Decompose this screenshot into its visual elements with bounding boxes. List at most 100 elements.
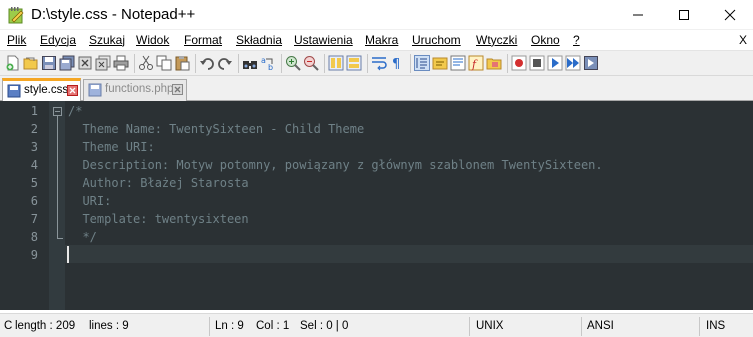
- menu-uruchom[interactable]: Uruchom: [412, 33, 461, 47]
- tab-close-icon[interactable]: [172, 84, 183, 95]
- menu-widok[interactable]: Widok: [136, 33, 169, 47]
- line-number: 4: [30, 158, 38, 172]
- sync-vertical-icon[interactable]: [328, 55, 344, 71]
- menu-szukaj[interactable]: Szukaj: [89, 33, 125, 47]
- maximize-icon: [679, 10, 689, 20]
- paste-icon[interactable]: [174, 55, 190, 71]
- close-document-button[interactable]: X: [739, 33, 747, 47]
- line-number: 6: [30, 194, 38, 208]
- code-line: /*: [68, 104, 83, 118]
- status-selection: Sel : 0 | 0: [300, 320, 349, 332]
- print-icon[interactable]: [113, 55, 129, 71]
- close-all-icon[interactable]: [95, 55, 111, 71]
- toolbar-separator: [324, 54, 325, 73]
- open-file-icon[interactable]: [23, 55, 39, 71]
- play-macro-icon[interactable]: [547, 55, 563, 71]
- word-wrap-icon[interactable]: [371, 55, 387, 71]
- status-encoding[interactable]: ANSI: [587, 320, 614, 332]
- close-icon: [724, 9, 736, 21]
- close-window-button[interactable]: [707, 0, 753, 30]
- new-file-icon[interactable]: [5, 55, 21, 71]
- minimize-icon: [633, 14, 643, 16]
- close-icon[interactable]: [77, 55, 93, 71]
- undo-icon[interactable]: [199, 55, 215, 71]
- menu-bar: Plik Edycja Szukaj Widok Format Składnia…: [0, 30, 753, 50]
- document-tab-bar: style.css functions.php: [0, 76, 753, 101]
- status-insert-mode[interactable]: INS: [706, 320, 725, 332]
- toolbar-separator: [410, 54, 411, 73]
- cut-icon[interactable]: [138, 55, 154, 71]
- menu-skladnia[interactable]: Składnia: [236, 33, 282, 47]
- redo-icon[interactable]: [217, 55, 233, 71]
- maximize-button[interactable]: [661, 0, 707, 30]
- menu-ustawienia[interactable]: Ustawienia: [294, 33, 353, 47]
- menu-format[interactable]: Format: [184, 33, 222, 47]
- status-separator: [209, 317, 210, 336]
- menu-edycja[interactable]: Edycja: [40, 33, 76, 47]
- tab-style-css[interactable]: style.css: [2, 78, 81, 101]
- line-number: 2: [30, 122, 38, 136]
- folder-workspace-icon[interactable]: [486, 55, 502, 71]
- fold-collapse-icon[interactable]: [53, 107, 62, 116]
- title-bar: D:\style.css - Notepad++: [0, 0, 753, 30]
- status-separator: [699, 317, 700, 336]
- status-eol-format[interactable]: UNIX: [476, 320, 503, 332]
- menu-makra[interactable]: Makra: [365, 33, 398, 47]
- status-length: length : 209: [15, 320, 76, 332]
- zoom-out-icon[interactable]: [303, 55, 319, 71]
- language-icon[interactable]: [432, 55, 448, 71]
- line-number: 1: [30, 104, 38, 118]
- toolbar-separator: [195, 54, 196, 73]
- current-line-highlight: [65, 245, 753, 263]
- code-line: Theme Name: TwentySixteen - Child Theme: [68, 122, 365, 136]
- menu-plik[interactable]: Plik: [7, 33, 26, 47]
- status-line-number: Ln : 9: [215, 320, 244, 332]
- toolbar-separator: [367, 54, 368, 73]
- find-icon[interactable]: [242, 55, 258, 71]
- copy-icon[interactable]: [156, 55, 172, 71]
- save-all-icon[interactable]: [59, 55, 75, 71]
- toolbar-separator: [507, 54, 508, 73]
- fold-guide-end: [57, 238, 63, 239]
- svg-text:b: b: [268, 63, 273, 71]
- code-line: Description: Motyw potomny, powiązany z …: [68, 158, 603, 172]
- menu-wtyczki[interactable]: Wtyczki: [476, 33, 517, 47]
- tab-functions-php[interactable]: functions.php: [83, 79, 187, 101]
- line-number: 9: [30, 248, 38, 262]
- function-list-icon[interactable]: f: [468, 55, 484, 71]
- sync-horizontal-icon[interactable]: [346, 55, 362, 71]
- code-line: */: [68, 230, 97, 244]
- save-macro-icon[interactable]: [583, 55, 599, 71]
- status-separator: [581, 317, 582, 336]
- toolbar-separator: [134, 54, 135, 73]
- save-icon[interactable]: [41, 55, 57, 71]
- code-line: Author: Błażej Starosta: [68, 176, 249, 190]
- show-all-chars-icon[interactable]: ¶: [389, 55, 405, 71]
- svg-text:¶: ¶: [392, 57, 400, 71]
- status-lines: lines : 9: [89, 320, 129, 332]
- record-macro-icon[interactable]: [511, 55, 527, 71]
- line-number: 5: [30, 176, 38, 190]
- saved-file-icon: [88, 83, 102, 97]
- minimize-button[interactable]: [615, 0, 661, 30]
- doc-map-icon[interactable]: [450, 55, 466, 71]
- menu-help[interactable]: ?: [573, 33, 580, 47]
- line-number: 3: [30, 140, 38, 154]
- notepadpp-app-icon: [8, 7, 24, 24]
- status-language: C: [4, 320, 13, 332]
- line-number: 7: [30, 212, 38, 226]
- line-number-gutter: 1 2 3 4 5 6 7 8 9: [0, 101, 49, 310]
- menu-okno[interactable]: Okno: [531, 33, 560, 47]
- tab-close-icon[interactable]: [67, 85, 78, 96]
- indent-guide-icon[interactable]: [414, 55, 430, 71]
- status-bar: C length : 209 lines : 9 Ln : 9 Col : 1 …: [0, 313, 753, 337]
- status-column: Col : 1: [256, 320, 290, 332]
- run-macro-multiple-icon[interactable]: [565, 55, 581, 71]
- toolbar-separator: [238, 54, 239, 73]
- text-caret: [67, 246, 69, 263]
- zoom-in-icon[interactable]: [285, 55, 301, 71]
- stop-macro-icon[interactable]: [529, 55, 545, 71]
- replace-icon[interactable]: ab: [260, 55, 276, 71]
- line-number: 8: [30, 230, 38, 244]
- code-editor[interactable]: 1 2 3 4 5 6 7 8 9 /* Theme Name: TwentyS…: [0, 101, 753, 310]
